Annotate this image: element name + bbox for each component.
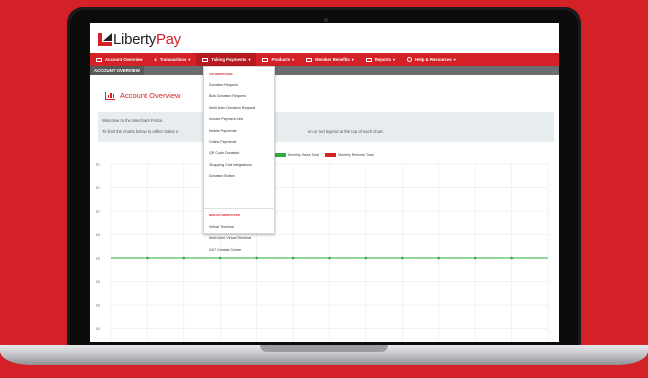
nav-label: Reports xyxy=(374,57,391,62)
chevron-down-icon: ▾ xyxy=(292,57,295,62)
dropdown-item-shopping-cart-integrations[interactable]: Shopping Cart Integrations xyxy=(209,163,252,167)
sales-data-point xyxy=(255,256,258,260)
dropdown-section-authenticated: AUTHENTICATED xyxy=(209,72,233,76)
chevron-down-icon: ▾ xyxy=(351,57,354,62)
dropdown-divider xyxy=(204,208,274,209)
dropdown-item-virtual-terminal[interactable]: Virtual Terminal xyxy=(209,225,234,229)
dropdown-item-multi-user-donation-request[interactable]: Multi-User Donation Request xyxy=(209,106,255,110)
nav-transactions[interactable]: £ Transactions ▾ xyxy=(149,53,197,66)
table-icon xyxy=(365,57,372,62)
nav-products[interactable]: Products ▾ xyxy=(256,53,300,66)
welcome-line-2-end: en or red legend at the top of each char… xyxy=(308,129,384,134)
question-icon xyxy=(407,57,413,62)
chevron-down-icon: ▾ xyxy=(453,57,456,62)
building-icon xyxy=(306,57,313,62)
dropdown-item-24-7-contact-centre[interactable]: 24/7 Contact Centre xyxy=(209,248,241,252)
dropdown-item-mobile-payments[interactable]: Mobile Payments xyxy=(209,129,237,133)
bar-chart-icon xyxy=(105,91,115,100)
dropdown-item-donation-request[interactable]: Donation Request xyxy=(209,83,238,87)
sales-data-point xyxy=(473,256,477,260)
pound-icon: £ xyxy=(154,57,157,62)
dropdown-section-non-authenticated: NON-AUTHENTICATED xyxy=(209,213,240,217)
browser-screen: LibertyPay Account Overview £ Transactio… xyxy=(90,23,559,342)
nav-member-benefits[interactable]: Member Benefits ▾ xyxy=(300,53,360,66)
sales-data-point xyxy=(182,256,186,260)
taking-payments-dropdown: AUTHENTICATED NON-AUTHENTICATED Donation… xyxy=(203,66,275,252)
chart-icon xyxy=(96,57,102,62)
sub-navbar: ACCOUNT OVERVIEW xyxy=(90,66,559,75)
brand-name-suffix: Pay xyxy=(155,30,181,48)
nav-reports[interactable]: Reports ▾ xyxy=(360,53,401,66)
chevron-down-icon: ▾ xyxy=(188,57,191,62)
nav-taking-payments[interactable]: Taking Payments ▾ xyxy=(196,53,257,66)
dropdown-item-bulk-donation-request[interactable]: Bulk Donation Request xyxy=(209,94,246,98)
y-tick-label: £0 xyxy=(96,233,100,237)
dropdown-item-qr-code-donation[interactable]: QR Code Donation xyxy=(209,151,239,155)
liberty-pay-logo[interactable]: LibertyPay xyxy=(98,30,181,48)
dropdown-item-donation-button[interactable]: Donation Button xyxy=(209,174,235,178)
dropdown-item-online-payments[interactable]: Online Payments xyxy=(209,140,236,144)
laptop-notch xyxy=(260,345,388,352)
welcome-panel: Welcome to the Merchant Portal. To limit… xyxy=(98,112,554,142)
y-tick-label: £0 xyxy=(96,256,100,260)
nav-label: Transactions xyxy=(159,57,187,62)
nav-label: Help & Resources xyxy=(415,57,452,62)
chart-legend: Monthly Sales Total Monthly Refunds Tota… xyxy=(275,153,374,157)
logo-mark-icon xyxy=(98,32,112,46)
sales-data-point xyxy=(510,256,513,260)
legend-sales-swatch[interactable] xyxy=(275,153,286,157)
chevron-down-icon: ▾ xyxy=(248,57,251,62)
sales-data-point xyxy=(401,256,404,260)
sales-data-point xyxy=(291,256,295,260)
sales-data-point xyxy=(146,256,149,260)
products-icon xyxy=(262,57,269,62)
camera-dot xyxy=(324,18,328,22)
brand-name-prefix: Liberty xyxy=(113,30,156,48)
y-tick-label: £0 xyxy=(96,280,100,284)
sales-data-point xyxy=(364,256,368,260)
y-tick-label: £1 xyxy=(96,162,100,166)
sales-data-point xyxy=(218,256,222,260)
welcome-line-1: Welcome to the Merchant Portal. xyxy=(102,118,163,123)
sales-data-point xyxy=(328,256,331,260)
dropdown-item-multi-user-virtual-terminal[interactable]: Multi-User Virtual Terminal xyxy=(209,236,251,240)
sales-data-point xyxy=(437,256,441,260)
chevron-down-icon: ▾ xyxy=(393,57,396,62)
sales-line-chart: £1£1£1£0£0£0£0£0-£1 xyxy=(96,162,549,342)
legend-sales-label[interactable]: Monthly Sales Total xyxy=(288,153,319,157)
nav-label: Account Overview xyxy=(105,57,143,62)
page-title-text: Account Overview xyxy=(120,91,181,100)
y-tick-label: £0 xyxy=(96,303,100,307)
subnav-account-overview[interactable]: ACCOUNT OVERVIEW xyxy=(90,66,144,75)
nav-label: Products xyxy=(271,57,291,62)
main-navbar: Account Overview £ Transactions ▾ Taking… xyxy=(90,53,559,66)
welcome-line-2-start: To limit the charts below to either Sale… xyxy=(102,129,179,134)
legend-refunds-label[interactable]: Monthly Refunds Total xyxy=(338,153,374,157)
nav-label: Member Benefits xyxy=(315,57,350,62)
nav-label: Taking Payments xyxy=(211,57,247,62)
dropdown-item-invoice-payment-link[interactable]: Invoice Payment Link xyxy=(209,117,243,121)
y-tick-label: £1 xyxy=(96,186,100,190)
card-icon xyxy=(202,57,209,62)
y-tick-label: £1 xyxy=(96,209,100,213)
legend-refunds-swatch[interactable] xyxy=(325,153,337,157)
y-tick-label: £0 xyxy=(96,327,100,331)
nav-help-resources[interactable]: Help & Resources ▾ xyxy=(401,53,462,66)
nav-account-overview[interactable]: Account Overview xyxy=(90,53,149,66)
page-title: Account Overview xyxy=(105,91,180,100)
